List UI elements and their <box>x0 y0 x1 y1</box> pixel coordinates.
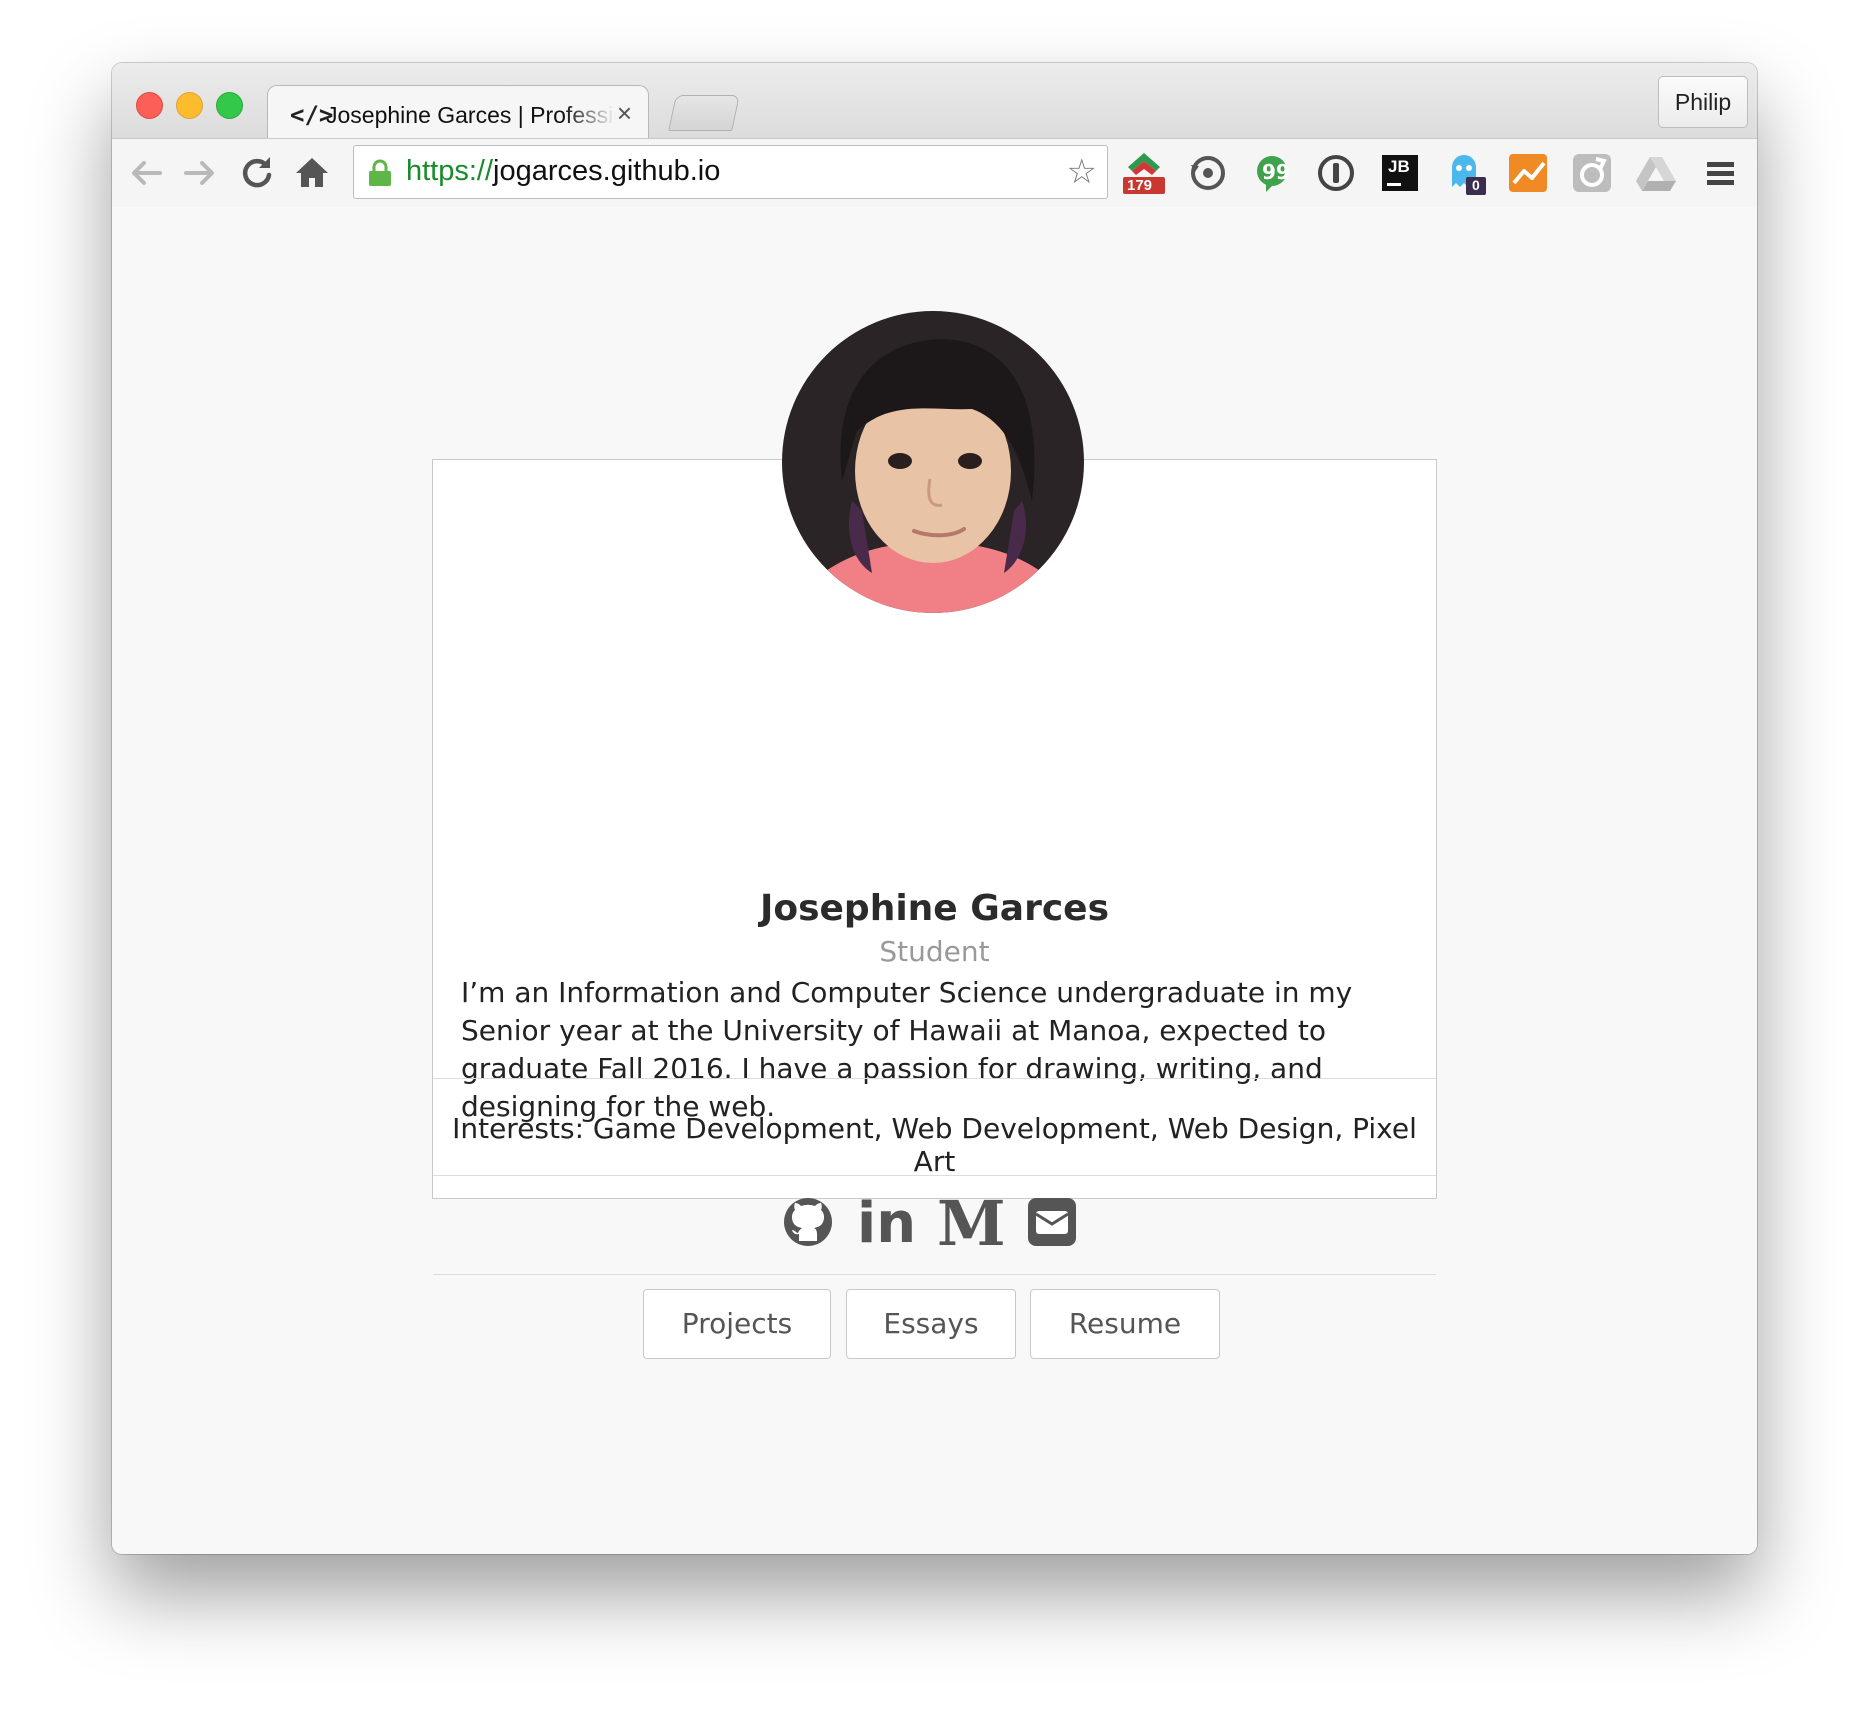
profile-button[interactable]: Philip <box>1658 76 1748 128</box>
menu-hamburger-icon[interactable] <box>1698 151 1742 195</box>
zoom-window-button[interactable] <box>216 92 243 119</box>
reload-icon[interactable] <box>236 153 276 193</box>
browser-window: </> Josephine Garces | Professional Port… <box>112 63 1757 1554</box>
page-content: Josephine Garces Student I’m an Informat… <box>112 207 1757 1554</box>
home-icon[interactable] <box>292 153 332 193</box>
drive-extension-icon[interactable] <box>1634 151 1678 195</box>
medium-icon[interactable]: M <box>937 1187 1006 1260</box>
profile-role: Student <box>879 935 990 968</box>
social-links: in M <box>433 1187 1436 1260</box>
tab-title: Josephine Garces | Professional Portfoli… <box>326 102 616 128</box>
back-arrow-icon[interactable] <box>126 153 166 193</box>
feedly-extension-icon[interactable]: 179 <box>1122 151 1166 195</box>
interests-text: Interests: Game Development, Web Develop… <box>452 1112 1417 1178</box>
projects-button[interactable]: Projects <box>643 1289 831 1359</box>
tab-active[interactable]: </> Josephine Garces | Professional Port… <box>267 85 649 144</box>
wrench-extension-icon[interactable] <box>1570 151 1614 195</box>
evernote-extension-icon[interactable]: 99 <box>1250 151 1294 195</box>
jetbrains-extension-icon[interactable]: JB <box>1378 151 1422 195</box>
new-tab-button[interactable] <box>668 95 740 131</box>
email-icon[interactable] <box>1027 1197 1077 1251</box>
tab-strip: </> Josephine Garces | Professional Port… <box>112 63 1757 144</box>
ghostery-extension-icon[interactable]: 0 <box>1442 151 1486 195</box>
toolbar: https://jogarces.github.io ☆ 179 99 JB 0 <box>112 138 1757 208</box>
url-text: https://jogarces.github.io <box>406 155 721 187</box>
profile-bio: I’m an Information and Computer Science … <box>461 976 1353 1123</box>
analytics-extension-icon[interactable] <box>1506 151 1550 195</box>
avatar <box>782 311 1084 613</box>
github-icon[interactable] <box>781 1195 835 1253</box>
address-bar[interactable]: https://jogarces.github.io ☆ <box>353 145 1108 199</box>
divider <box>433 1078 1436 1079</box>
minimize-window-button[interactable] <box>176 92 203 119</box>
tab-close-icon[interactable]: × <box>617 98 632 129</box>
svg-text:99: 99 <box>1262 160 1290 184</box>
forward-arrow-icon[interactable] <box>180 153 220 193</box>
resume-button[interactable]: Resume <box>1030 1289 1220 1359</box>
linkedin-icon[interactable]: in <box>857 1191 916 1256</box>
bookmark-star-icon[interactable]: ☆ <box>1067 152 1097 192</box>
sync-extension-icon[interactable] <box>1186 151 1230 195</box>
lock-icon <box>367 159 393 192</box>
essays-button[interactable]: Essays <box>846 1289 1016 1359</box>
1password-extension-icon[interactable] <box>1314 151 1358 195</box>
close-window-button[interactable] <box>136 92 163 119</box>
profile-name: Josephine Garces <box>759 888 1110 929</box>
divider <box>433 1175 1436 1176</box>
divider <box>433 1274 1436 1275</box>
